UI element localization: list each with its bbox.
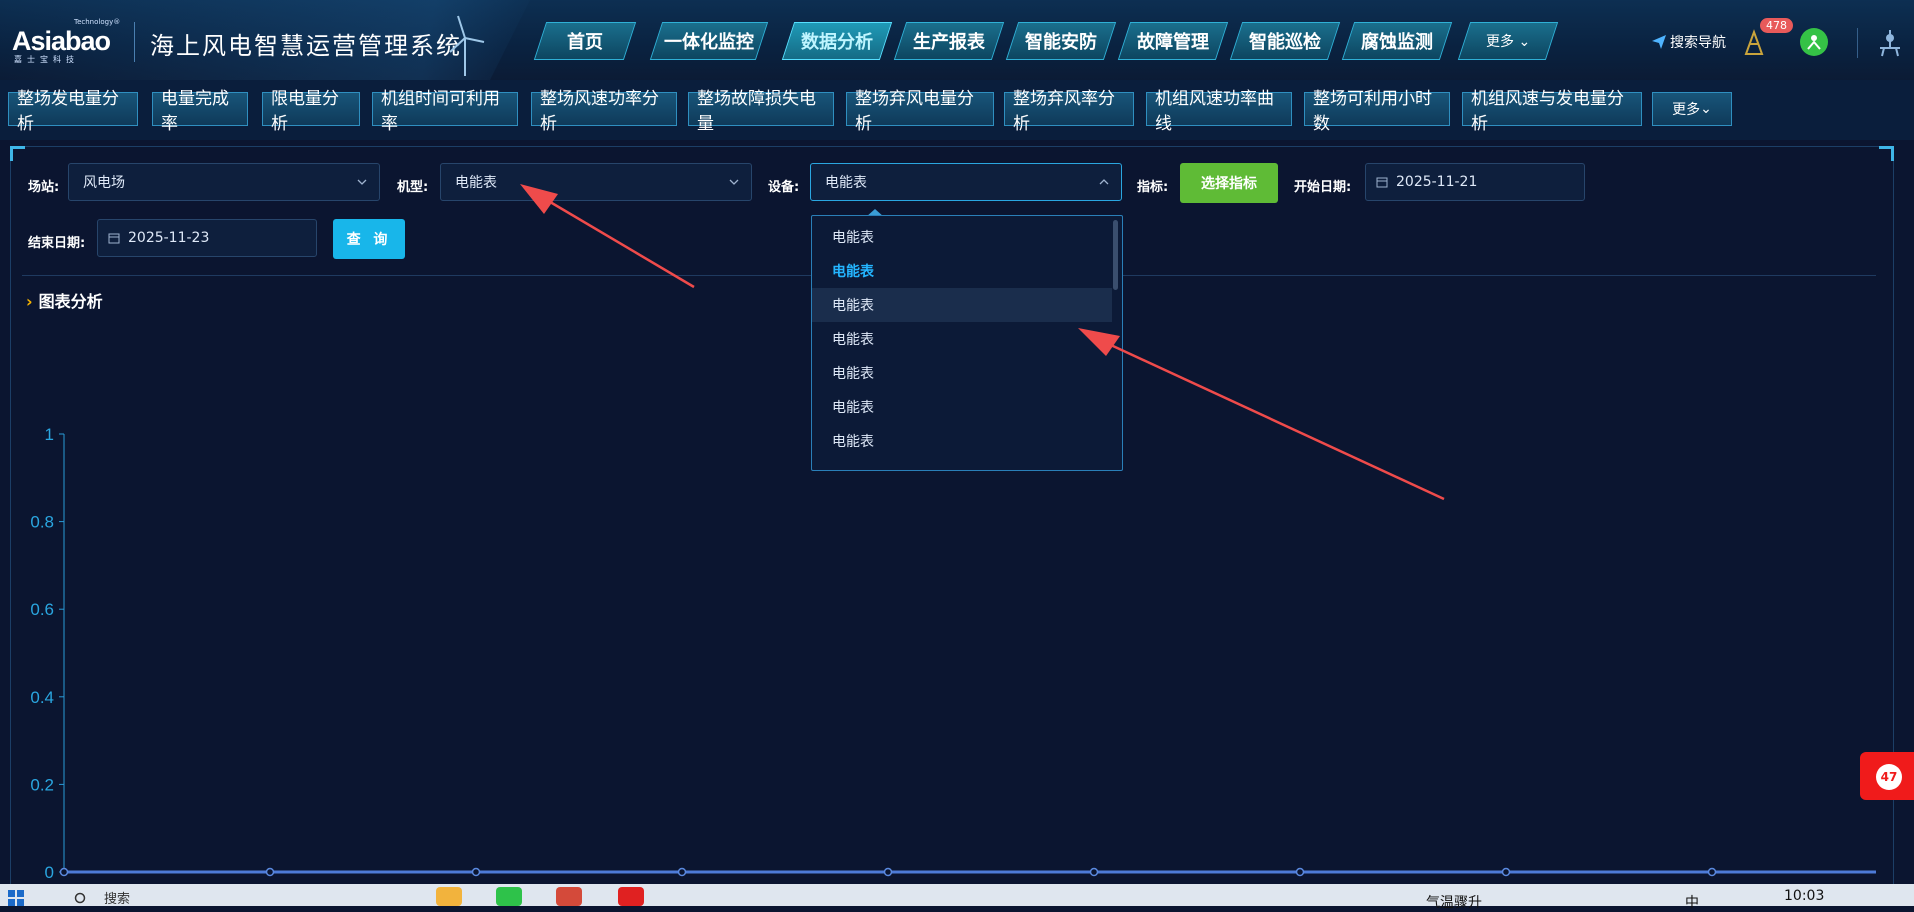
taskbar-weather[interactable]: 气温骤升 (1426, 892, 1482, 912)
office-app-icon[interactable] (618, 887, 644, 906)
annotation-arrow-line (1099, 338, 1445, 501)
taskbar-clock[interactable]: 10:03 (1784, 888, 1824, 904)
floating-counter-value: 47 (1876, 764, 1902, 790)
taskbar-ime[interactable]: 中 (1685, 892, 1699, 912)
windows-start-icon[interactable] (8, 890, 24, 906)
browser-icon[interactable] (556, 887, 582, 906)
annotation-arrows (520, 184, 1445, 501)
taskbar-search[interactable]: 搜索 (104, 888, 130, 907)
search-icon (74, 892, 86, 904)
annotation-arrow-head (1078, 328, 1120, 356)
annotation-arrow-line (539, 194, 695, 289)
chat-app-icon[interactable] (496, 887, 522, 906)
os-taskbar (0, 884, 1914, 906)
folder-icon[interactable] (436, 887, 462, 906)
annotation-arrow-head (520, 184, 558, 214)
floating-counter[interactable]: 47 (1860, 752, 1914, 800)
